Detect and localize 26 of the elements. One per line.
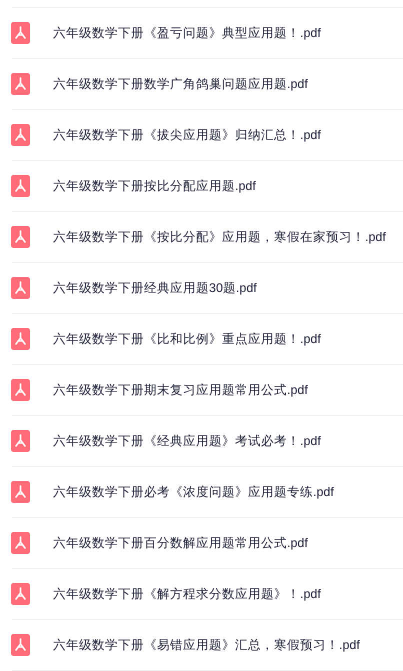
pdf-file-icon bbox=[11, 430, 30, 452]
file-name[interactable]: 六年级数学下册《经典应用题》考试必考！.pdf bbox=[53, 432, 321, 450]
file-name[interactable]: 六年级数学下册经典应用题30题.pdf bbox=[53, 280, 257, 296]
pdf-file-icon bbox=[11, 73, 30, 95]
file-name[interactable]: 六年级数学下册按比分配应用题.pdf bbox=[53, 178, 256, 194]
pdf-file-icon bbox=[11, 532, 30, 554]
pdf-file-icon bbox=[11, 481, 30, 503]
file-name[interactable]: 六年级数学下册数学广角鸽巢问题应用题.pdf bbox=[53, 76, 308, 92]
file-name[interactable]: 六年级数学下册《盈亏问题》典型应用题！.pdf bbox=[53, 24, 321, 42]
pdf-file-icon bbox=[11, 379, 30, 401]
file-name[interactable]: 六年级数学下册《按比分配》应用题，寒假在家预习！.pdf bbox=[53, 228, 386, 246]
file-name[interactable]: 六年级数学下册百分数解应用题常用公式.pdf bbox=[53, 534, 308, 552]
pdf-file-icon bbox=[11, 175, 30, 197]
file-name[interactable]: 六年级数学下册《比和比例》重点应用题！.pdf bbox=[53, 330, 321, 348]
pdf-file-icon bbox=[11, 634, 30, 656]
file-name[interactable]: 六年级数学下册《易错应用题》汇总，寒假预习！.pdf bbox=[53, 636, 360, 654]
pdf-file-icon bbox=[11, 226, 30, 248]
pdf-file-icon bbox=[11, 277, 30, 299]
file-name[interactable]: 六年级数学下册《解方程求分数应用题》！.pdf bbox=[53, 586, 321, 602]
file-name[interactable]: 六年级数学下册必考《浓度问题》应用题专练.pdf bbox=[53, 484, 334, 500]
pdf-file-icon bbox=[11, 328, 30, 350]
file-name[interactable]: 六年级数学下册期末复习应用题常用公式.pdf bbox=[53, 382, 308, 398]
pdf-file-icon bbox=[11, 124, 30, 146]
pdf-file-icon bbox=[11, 583, 30, 605]
pdf-file-icon bbox=[11, 22, 30, 44]
file-name[interactable]: 六年级数学下册《拔尖应用题》归纳汇总！.pdf bbox=[53, 126, 321, 144]
